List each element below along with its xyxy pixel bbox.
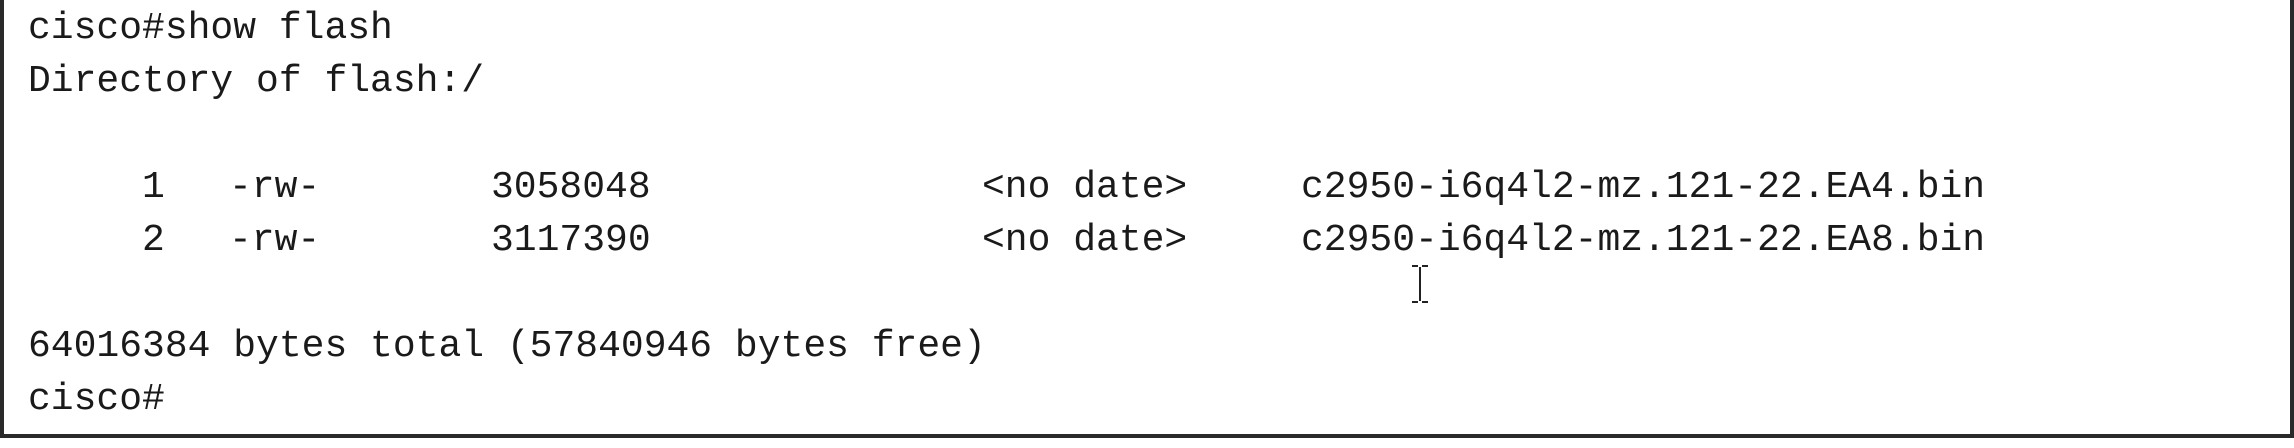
file-size: 3058048 — [491, 166, 651, 209]
summary-line: 64016384 bytes total (57840946 bytes fre… — [28, 325, 986, 368]
directory-line: Directory of flash:/ — [28, 60, 485, 103]
file-perms: -rw- — [229, 219, 321, 262]
file-size: 3117390 — [491, 219, 651, 262]
file-row: 1 -rw- 3058048 <no date> c2950-i6q4l2-mz… — [4, 161, 2290, 214]
file-date: <no date> — [982, 219, 1188, 262]
file-date: <no date> — [982, 166, 1188, 209]
file-name: c2950-i6q4l2-mz.121-22.EA8.bin — [1301, 219, 1986, 262]
prompt-line: cisco# — [28, 378, 165, 421]
file-perms: -rw- — [229, 166, 321, 209]
file-index: 1 — [142, 166, 165, 209]
file-name: c2950-i6q4l2-mz.121-22.EA4.bin — [1301, 166, 1986, 209]
file-index: 2 — [142, 219, 165, 262]
command-line: cisco#show flash — [28, 7, 393, 50]
terminal-window[interactable]: cisco#show flash Directory of flash:/ 1 … — [0, 0, 2294, 438]
file-row: 2 -rw- 3117390 <no date> c2950-i6q4l2-mz… — [4, 214, 2290, 267]
text-cursor-ibeam-icon — [1412, 265, 1428, 303]
